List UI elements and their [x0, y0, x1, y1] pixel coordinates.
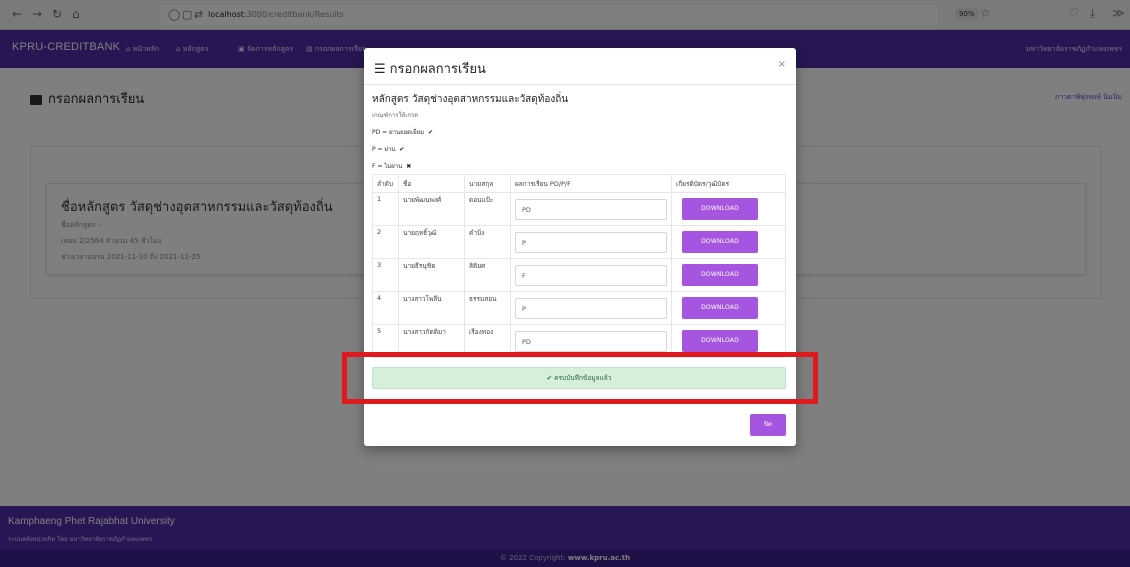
grades-table: ลำดับ ชื่อ นามสกุล ผลการเรียน PD/P/F เกี… [372, 174, 786, 358]
table-row: 1 นายพัฒนพงศ์ ดอนแป้ะ PD DOWNLOAD [372, 192, 786, 226]
col-header-last-name: นามสกุล [464, 174, 511, 193]
cell-last-name: ธรรมสอน [464, 291, 511, 325]
criteria-p: P = ผ่าน ✔ [372, 146, 405, 153]
grade-input[interactable]: PD [515, 331, 667, 352]
cell-first-name: นายฤทธิ์วุฒิ [398, 225, 465, 259]
table-header-row: ลำดับ ชื่อ นามสกุล ผลการเรียน PD/P/F เกี… [372, 174, 786, 193]
download-button[interactable]: DOWNLOAD [682, 297, 758, 319]
cell-grade: PD [510, 192, 672, 226]
download-button[interactable]: DOWNLOAD [682, 264, 758, 286]
cell-certificate: DOWNLOAD [671, 225, 786, 259]
cell-no: 4 [372, 291, 399, 325]
grade-input[interactable]: P [515, 232, 667, 253]
col-header-no: ลำดับ [372, 174, 399, 193]
download-button[interactable]: DOWNLOAD [682, 231, 758, 253]
table-row: 2 นายฤทธิ์วุฒิ คำบิ่ง P DOWNLOAD [372, 225, 786, 259]
modal-header: ☰ กรอกผลการเรียน × [364, 48, 796, 85]
cell-first-name: นายธีรนุชิต [398, 258, 465, 292]
criteria-f: F = ไม่ผ่าน ✖ [372, 163, 412, 170]
modal-title: ☰ กรอกผลการเรียน [374, 62, 486, 77]
cell-first-name: นายพัฒนพงศ์ [398, 192, 465, 226]
close-icon[interactable]: × [778, 59, 786, 70]
grade-input[interactable]: PD [515, 199, 667, 220]
col-header-certificate: เกียรติบัตร/วุฒิบัตร [671, 174, 786, 193]
cell-last-name: คำบิ่ง [464, 225, 511, 259]
cell-certificate: DOWNLOAD [671, 192, 786, 226]
cell-grade: F [510, 258, 672, 292]
cross-icon: ✖ [406, 163, 412, 170]
cell-first-name: นางสาวโพลีน [398, 291, 465, 325]
table-row: 3 นายธีรนุชิต สิติยศ F DOWNLOAD [372, 258, 786, 292]
table-row: 4 นางสาวโพลีน ธรรมสอน P DOWNLOAD [372, 291, 786, 325]
cell-no: 3 [372, 258, 399, 292]
cell-grade: P [510, 225, 672, 259]
download-button[interactable]: DOWNLOAD [682, 198, 758, 220]
highlight-annotation [342, 352, 818, 404]
col-header-grade: ผลการเรียน PD/P/F [510, 174, 672, 193]
cell-last-name: ดอนแป้ะ [464, 192, 511, 226]
col-header-first-name: ชื่อ [398, 174, 465, 193]
grade-input[interactable]: P [515, 298, 667, 319]
check-icon: ✔ [428, 129, 434, 136]
cell-last-name: สิติยศ [464, 258, 511, 292]
cell-certificate: DOWNLOAD [671, 258, 786, 292]
download-button[interactable]: DOWNLOAD [682, 330, 758, 352]
cell-no: 1 [372, 192, 399, 226]
close-button[interactable]: ปิด [750, 414, 786, 436]
cell-grade: P [510, 291, 672, 325]
grade-input[interactable]: F [515, 265, 667, 286]
cell-certificate: DOWNLOAD [671, 291, 786, 325]
criteria-pd: PD = ผ่านยอดเยี่ยม ✔ [372, 129, 434, 136]
cell-no: 2 [372, 225, 399, 259]
modal-course-name: หลักสูตร วัสดุช่างอุตสาหกรรมและวัสดุท้อง… [372, 94, 569, 105]
check-icon: ✔ [399, 146, 405, 153]
list-icon: ☰ [374, 62, 386, 77]
criteria-title: เกณฑ์การให้เกรด [372, 112, 419, 119]
